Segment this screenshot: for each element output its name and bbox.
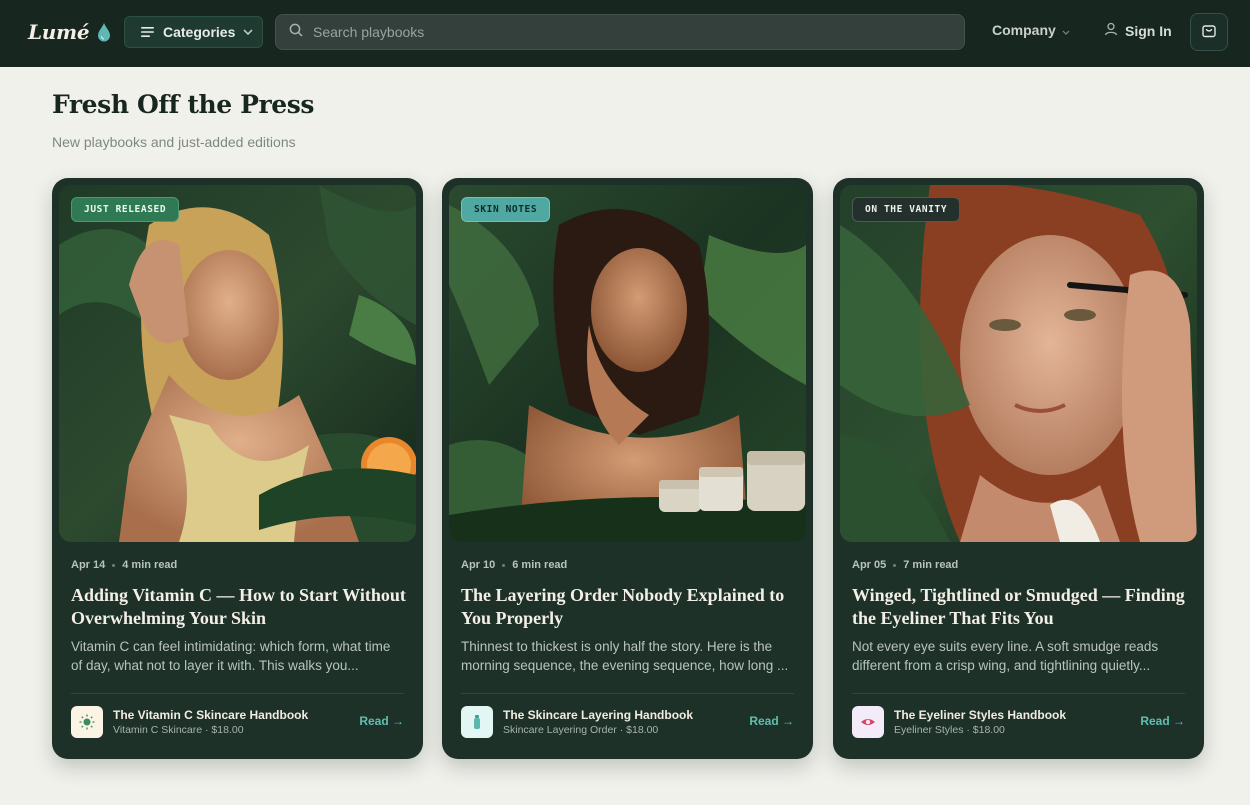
article-title[interactable]: Adding Vitamin C — How to Start Without …: [71, 584, 406, 630]
article-image[interactable]: ON THE VANITY: [840, 185, 1197, 542]
eye-icon: [852, 706, 884, 738]
shopping-bag-icon: [1201, 22, 1217, 43]
section-subtitle: New playbooks and just-added editions: [52, 134, 296, 150]
read-time: 4 min read: [122, 559, 178, 571]
categories-button[interactable]: Categories: [124, 16, 263, 48]
card-tag: ON THE VANITY: [852, 197, 961, 222]
read-link[interactable]: Read →: [1140, 714, 1185, 728]
book-title[interactable]: The Vitamin C Skincare Handbook: [113, 708, 308, 722]
separator-dot: [112, 563, 116, 567]
search-icon: [289, 23, 303, 42]
chevron-down-icon: [243, 29, 253, 35]
company-label: Company: [992, 22, 1056, 38]
read-time: 7 min read: [903, 559, 959, 571]
serum-bottle-icon: [461, 706, 493, 738]
article-meta: Apr 14 4 min read: [71, 559, 177, 571]
article-title[interactable]: The Layering Order Nobody Explained to Y…: [461, 584, 796, 630]
article-title[interactable]: Winged, Tightlined or Smudged — Finding …: [852, 584, 1187, 630]
card-divider: [71, 693, 404, 694]
brand-name: Lumé: [28, 20, 90, 44]
cart-button[interactable]: [1190, 13, 1228, 51]
article-date: Apr 05: [852, 559, 887, 571]
menu-icon: [141, 26, 155, 38]
top-navbar: Lumé Categories Company Sign In: [0, 0, 1250, 67]
book-title[interactable]: The Skincare Layering Handbook: [503, 708, 693, 722]
separator-dot: [893, 563, 897, 567]
article-card[interactable]: JUST RELEASED Apr 14 4 min read Adding V…: [52, 178, 423, 759]
water-drop-icon: [97, 22, 111, 42]
read-link[interactable]: Read →: [749, 714, 794, 728]
search-input[interactable]: [313, 24, 913, 40]
card-tag: JUST RELEASED: [71, 197, 180, 222]
read-time: 6 min read: [512, 559, 568, 571]
article-image[interactable]: SKIN NOTES: [449, 185, 806, 542]
article-excerpt: Not every eye suits every line. A soft s…: [852, 639, 1159, 673]
article-date: Apr 14: [71, 559, 106, 571]
card-divider: [461, 693, 794, 694]
section-title: Fresh Off the Press: [52, 90, 315, 119]
card-tag: SKIN NOTES: [461, 197, 551, 222]
book-title[interactable]: The Eyeliner Styles Handbook: [894, 708, 1066, 722]
chevron-down-icon: [1062, 22, 1070, 38]
article-card[interactable]: ON THE VANITY Apr 05 7 min read Winged, …: [833, 178, 1204, 759]
user-icon: [1104, 22, 1118, 39]
read-link[interactable]: Read →: [359, 714, 404, 728]
book-subtitle: Skincare Layering Order · $18.00: [503, 724, 659, 736]
article-date: Apr 10: [461, 559, 496, 571]
article-meta: Apr 05 7 min read: [852, 559, 958, 571]
company-menu[interactable]: Company: [992, 22, 1070, 38]
book-subtitle: Vitamin C Skincare · $18.00: [113, 724, 244, 736]
separator-dot: [502, 563, 506, 567]
search-bar[interactable]: [275, 14, 965, 50]
sign-in-link[interactable]: Sign In: [1104, 22, 1172, 39]
article-card[interactable]: SKIN NOTES Apr 10 6 min read The Layerin…: [442, 178, 813, 759]
card-divider: [852, 693, 1185, 694]
article-excerpt: Thinnest to thickest is only half the st…: [461, 639, 789, 673]
book-subtitle: Eyeliner Styles · $18.00: [894, 724, 1005, 736]
categories-label: Categories: [163, 24, 236, 40]
article-meta: Apr 10 6 min read: [461, 559, 567, 571]
brand-logo[interactable]: Lumé: [28, 18, 111, 46]
article-excerpt: Vitamin C can feel intimidating: which f…: [71, 639, 391, 673]
sun-icon: [71, 706, 103, 738]
sign-in-label: Sign In: [1125, 22, 1172, 39]
article-image[interactable]: JUST RELEASED: [59, 185, 416, 542]
